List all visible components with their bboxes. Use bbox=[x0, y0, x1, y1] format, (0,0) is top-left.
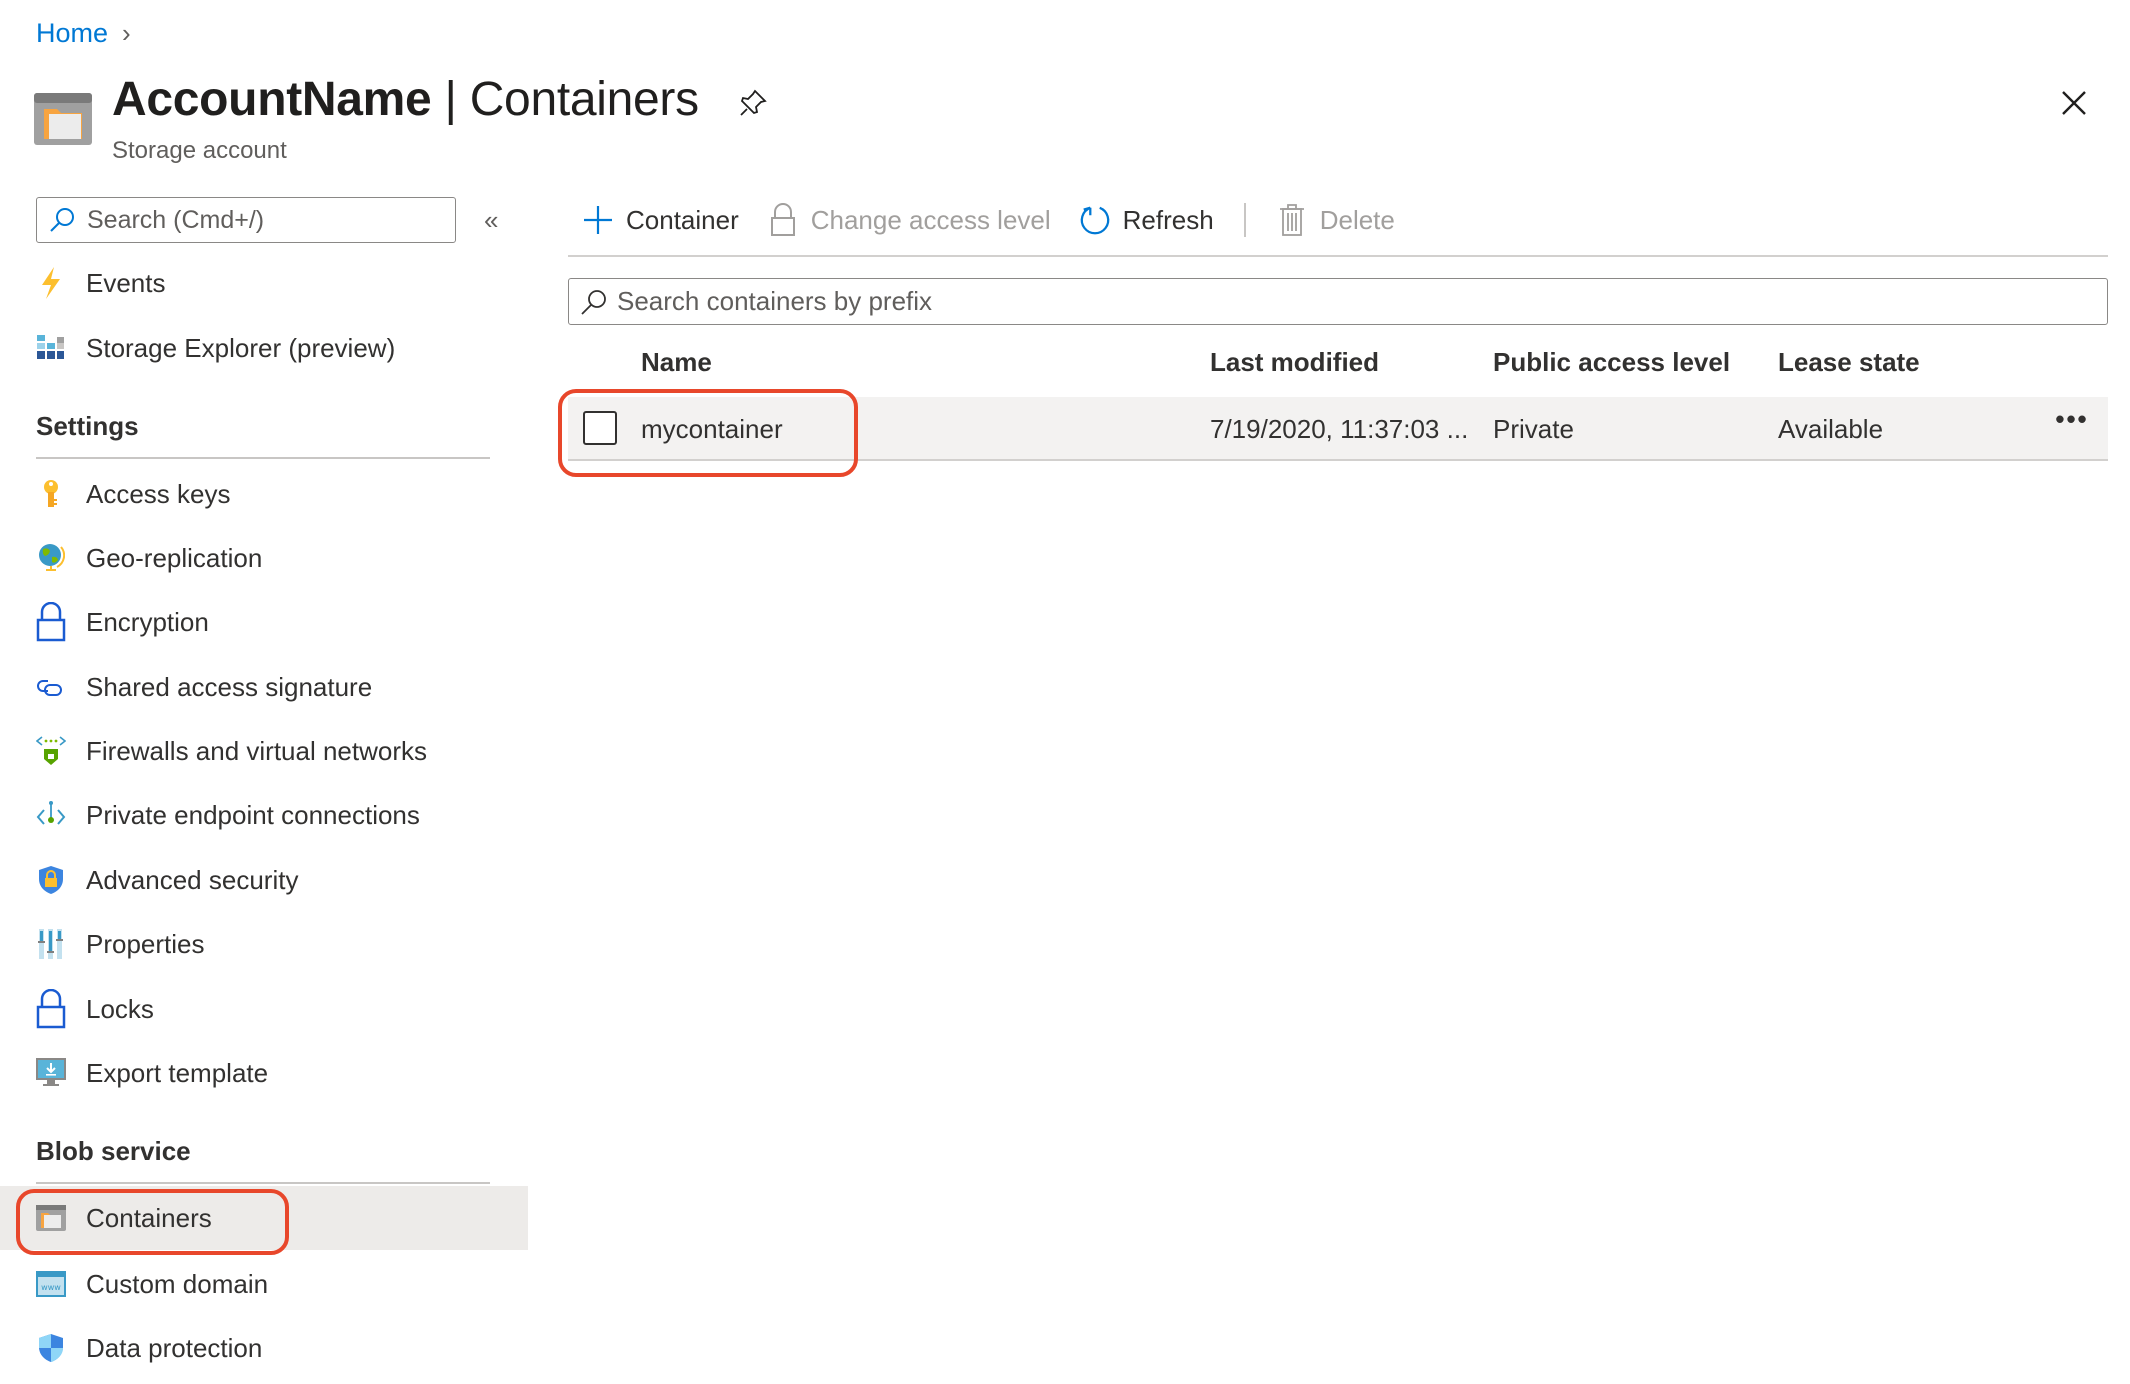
sidebar-item-containers[interactable]: Containers bbox=[0, 1186, 528, 1250]
toolbar-divider bbox=[568, 255, 2108, 257]
sidebar-item-shared-access-signature[interactable]: Shared access signature bbox=[0, 655, 528, 719]
properties-sliders-icon bbox=[36, 929, 66, 959]
add-container-label: Container bbox=[626, 204, 739, 235]
delete-label: Delete bbox=[1319, 204, 1395, 235]
globe-icon bbox=[36, 543, 66, 573]
firewall-icon bbox=[36, 736, 66, 766]
change-access-level-label: Change access level bbox=[810, 204, 1051, 235]
delete-button[interactable]: Delete bbox=[1262, 196, 1409, 244]
sidebar-item-encryption[interactable]: Encryption bbox=[0, 590, 528, 654]
refresh-icon bbox=[1079, 204, 1111, 236]
column-header-last-modified[interactable]: Last modified bbox=[1210, 347, 1379, 378]
add-container-button[interactable]: Container bbox=[568, 196, 753, 244]
sidebar-item-label: Private endpoint connections bbox=[86, 799, 420, 830]
sidebar-item-export-template[interactable]: Export template bbox=[0, 1041, 528, 1105]
sidebar-item-events[interactable]: Events bbox=[0, 251, 528, 315]
sidebar-search[interactable] bbox=[36, 197, 456, 243]
sidebar-item-label: Access keys bbox=[86, 478, 231, 509]
section-divider bbox=[36, 457, 490, 459]
breadcrumb-home-link[interactable]: Home bbox=[36, 18, 108, 49]
sidebar-item-geo-replication[interactable]: Geo-replication bbox=[0, 526, 528, 590]
plus-icon bbox=[582, 204, 614, 236]
storage-container-icon bbox=[34, 93, 92, 145]
cell-lease-state: Available bbox=[1778, 414, 1884, 444]
sidebar-search-input[interactable] bbox=[87, 205, 447, 235]
sidebar-item-label: Storage Explorer (preview) bbox=[86, 332, 396, 363]
sidebar-item-label: Geo-replication bbox=[86, 542, 263, 573]
sidebar-item-storage-explorer[interactable]: Storage Explorer (preview) bbox=[0, 316, 528, 380]
change-access-level-button[interactable]: Change access level bbox=[753, 196, 1065, 244]
section-header-blob-service: Blob service bbox=[36, 1136, 191, 1166]
sidebar-item-label: Custom domain bbox=[86, 1268, 269, 1299]
export-monitor-icon bbox=[36, 1058, 66, 1088]
sidebar-item-label: Advanced security bbox=[86, 864, 299, 895]
sidebar-item-label: Data protection bbox=[86, 1332, 263, 1363]
lightning-icon bbox=[36, 267, 66, 299]
sidebar-item-data-protection[interactable]: Data protection bbox=[0, 1316, 528, 1380]
storage-explorer-icon bbox=[36, 333, 66, 363]
sidebar-item-label: Shared access signature bbox=[86, 671, 373, 702]
column-header-name[interactable]: Name bbox=[641, 347, 712, 378]
sidebar-item-firewalls[interactable]: Firewalls and virtual networks bbox=[0, 719, 528, 783]
refresh-label: Refresh bbox=[1122, 204, 1214, 235]
search-icon bbox=[579, 287, 609, 317]
trash-icon bbox=[1276, 204, 1308, 236]
www-icon: www bbox=[36, 1269, 66, 1299]
sidebar-item-locks[interactable]: Locks bbox=[0, 977, 528, 1041]
sidebar-item-advanced-security[interactable]: Advanced security bbox=[0, 848, 528, 912]
title-divider: | bbox=[431, 73, 470, 126]
cell-public-access-level: Private bbox=[1493, 414, 1574, 444]
lock-icon bbox=[36, 602, 66, 642]
link-icon bbox=[36, 672, 66, 702]
lock-icon bbox=[767, 203, 799, 236]
sidebar-item-label: Properties bbox=[86, 928, 205, 959]
breadcrumb: Home › bbox=[36, 18, 131, 49]
more-options-icon[interactable]: ••• bbox=[2050, 406, 2094, 443]
column-header-public-access-level[interactable]: Public access level bbox=[1493, 347, 1730, 378]
sidebar-item-label: Firewalls and virtual networks bbox=[86, 735, 428, 766]
sidebar-item-label: Events bbox=[86, 267, 166, 298]
lock-icon bbox=[36, 989, 66, 1029]
sidebar-item-private-endpoint[interactable]: Private endpoint connections bbox=[0, 783, 528, 847]
key-icon bbox=[36, 479, 66, 509]
pin-icon[interactable] bbox=[738, 88, 768, 118]
close-icon[interactable] bbox=[2059, 88, 2089, 118]
sidebar-item-access-keys[interactable]: Access keys bbox=[0, 462, 528, 526]
sidebar-item-label: Encryption bbox=[86, 606, 209, 637]
sidebar-item-custom-domain[interactable]: www Custom domain bbox=[0, 1252, 528, 1316]
sidebar-item-label: Locks bbox=[86, 993, 154, 1024]
svg-text:www: www bbox=[41, 1283, 61, 1292]
resource-type-subtitle: Storage account bbox=[112, 137, 287, 164]
sidebar-item-properties[interactable]: Properties bbox=[0, 912, 528, 976]
resource-name: AccountName bbox=[112, 73, 432, 126]
sidebar-item-label: Containers bbox=[86, 1202, 212, 1233]
collapse-sidebar-button[interactable]: « bbox=[484, 205, 512, 235]
container-name-link[interactable]: mycontainer bbox=[641, 414, 783, 445]
search-icon bbox=[47, 205, 77, 235]
shield-icon bbox=[36, 1333, 66, 1363]
row-select-checkbox[interactable] bbox=[583, 411, 617, 445]
section-divider bbox=[36, 1182, 490, 1184]
shield-lock-icon bbox=[36, 865, 66, 895]
private-endpoint-icon bbox=[36, 800, 66, 830]
container-search-input[interactable] bbox=[617, 286, 2067, 317]
column-header-lease-state[interactable]: Lease state bbox=[1778, 347, 1920, 378]
command-bar: Container Change access level Refresh De… bbox=[568, 196, 1409, 244]
breadcrumb-separator: › bbox=[122, 18, 131, 48]
cell-last-modified: 7/19/2020, 11:37:03 ... bbox=[1210, 414, 1469, 444]
toolbar-separator bbox=[1243, 203, 1246, 237]
refresh-button[interactable]: Refresh bbox=[1065, 196, 1228, 244]
section-header-settings: Settings bbox=[36, 411, 139, 441]
blade-title: Containers bbox=[469, 73, 699, 126]
container-icon bbox=[36, 1203, 66, 1233]
page-title: AccountName | Containers bbox=[112, 72, 699, 127]
sidebar-item-label: Export template bbox=[86, 1057, 269, 1088]
container-search[interactable] bbox=[568, 278, 2108, 325]
